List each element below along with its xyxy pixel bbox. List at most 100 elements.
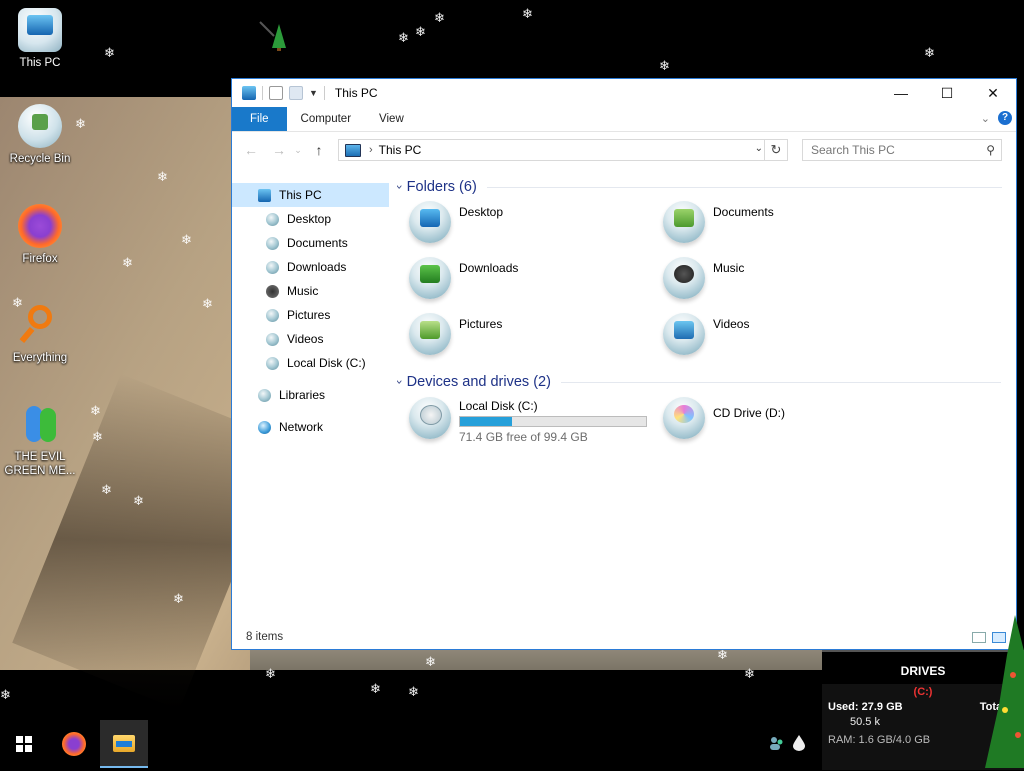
folder-label: Videos xyxy=(713,317,750,331)
this-pc-icon xyxy=(258,188,271,202)
tab-view[interactable]: View xyxy=(365,107,418,131)
address-bar[interactable]: › This PC ⌄ ↻ xyxy=(338,139,788,161)
forward-arrow-icon[interactable]: → xyxy=(268,142,290,158)
drive-label: Local Disk (C:) xyxy=(459,399,538,413)
folder-tile-pictures[interactable]: Pictures xyxy=(409,313,502,355)
sidebar-item-downloads[interactable]: Downloads xyxy=(232,255,389,279)
collapse-chevron-icon[interactable]: › xyxy=(393,185,405,190)
drive-tile-cd[interactable]: CD Drive (D:) xyxy=(663,397,785,439)
sidebar-item-pictures[interactable]: Pictures xyxy=(232,303,389,327)
taskbar xyxy=(0,720,822,768)
desktop-icon-label: THE EVIL GREEN ME... xyxy=(4,451,76,477)
videos-folder-icon xyxy=(266,332,279,346)
tab-computer[interactable]: Computer xyxy=(287,107,366,131)
documents-folder-icon xyxy=(266,236,279,250)
sidebar-item-local-disk[interactable]: Local Disk (C:) xyxy=(232,351,389,375)
expand-ribbon-chevron-icon[interactable]: ⌄ xyxy=(981,112,990,125)
folder-tile-music[interactable]: Music xyxy=(663,257,744,299)
downloads-folder-icon xyxy=(409,257,451,299)
sidebar-item-label: Music xyxy=(287,284,319,298)
tray-people-icon[interactable] xyxy=(765,732,787,754)
folder-label: Desktop xyxy=(459,205,504,219)
desktop-icon-recycle-bin[interactable]: Recycle Bin xyxy=(0,104,80,166)
new-folder-icon[interactable] xyxy=(289,86,303,100)
minimize-button[interactable]: — xyxy=(878,79,924,107)
group-divider xyxy=(486,186,1002,188)
recent-locations-chevron-icon[interactable]: ⌄ xyxy=(292,145,304,156)
start-button[interactable] xyxy=(0,720,48,768)
properties-icon[interactable] xyxy=(269,86,283,100)
folders-group-header[interactable]: › Folders (6) xyxy=(393,179,1002,195)
libraries-icon xyxy=(258,388,271,402)
this-pc-icon xyxy=(18,8,62,52)
help-button[interactable]: ? xyxy=(998,111,1012,125)
drives-group-header[interactable]: › Devices and drives (2) xyxy=(393,374,1001,390)
navigation-bar: ← → ⌄ ↑ › This PC ⌄ ↻ ⚲ xyxy=(232,132,1016,168)
desktop-icon-label: This PC xyxy=(19,57,61,69)
search-icon[interactable]: ⚲ xyxy=(986,143,995,157)
details-view-icon[interactable] xyxy=(972,632,986,643)
ribbon-tabs: File Computer View ⌄ ? xyxy=(232,107,1016,132)
title-bar: ▼ This PC — ☐ ✕ xyxy=(232,79,1016,107)
up-arrow-icon[interactable]: ↑ xyxy=(308,142,330,158)
search-input[interactable] xyxy=(811,143,971,157)
taskbar-file-explorer[interactable] xyxy=(100,720,148,768)
group-divider xyxy=(560,381,1001,383)
back-arrow-icon[interactable]: ← xyxy=(240,142,262,158)
sidebar-item-music[interactable]: Music xyxy=(232,279,389,303)
pictures-folder-icon xyxy=(266,308,279,322)
tab-file[interactable]: File xyxy=(232,107,287,131)
taskbar-firefox[interactable] xyxy=(50,720,98,768)
sidebar-item-this-pc[interactable]: This PC xyxy=(232,183,389,207)
sidebar-item-label: Pictures xyxy=(287,308,331,322)
window-controls: — ☐ ✕ xyxy=(878,79,1016,107)
toolbar-divider xyxy=(323,86,325,100)
content-area: › Folders (6) Desktop Documents Download… xyxy=(393,175,1017,625)
search-box[interactable]: ⚲ xyxy=(802,139,1002,161)
firefox-icon xyxy=(62,732,86,756)
sidebar-item-desktop[interactable]: Desktop xyxy=(232,207,389,231)
firefox-icon xyxy=(18,204,62,248)
sidebar-item-network[interactable]: Network xyxy=(232,415,389,439)
sidebar-item-documents[interactable]: Documents xyxy=(232,231,389,255)
everything-search-icon xyxy=(18,303,62,347)
drive-tile-local-disk[interactable]: Local Disk (C:) 71.4 GB free of 99.4 GB xyxy=(409,397,647,444)
sidebar-item-label: Downloads xyxy=(287,260,347,274)
desktop-icon-firefox[interactable]: Firefox xyxy=(0,204,80,266)
desktop-icon-messenger[interactable]: THE EVIL GREEN ME... xyxy=(0,402,80,478)
folder-label: Downloads xyxy=(459,261,519,275)
customize-toolbar-chevron-icon[interactable]: ▼ xyxy=(309,88,318,98)
drive-free-space: 71.4 GB free of 99.4 GB xyxy=(459,430,588,444)
maximize-button[interactable]: ☐ xyxy=(924,79,970,107)
recycle-bin-icon xyxy=(18,104,62,148)
downloads-folder-icon xyxy=(266,260,279,274)
sidebar-item-label: This PC xyxy=(279,188,322,202)
folder-tile-videos[interactable]: Videos xyxy=(663,313,749,355)
breadcrumb-this-pc[interactable]: This PC xyxy=(379,143,422,157)
sidebar-item-label: Local Disk (C:) xyxy=(287,356,366,370)
folder-tile-downloads[interactable]: Downloads xyxy=(409,257,518,299)
sidebar-item-videos[interactable]: Videos xyxy=(232,327,389,351)
desktop-icon-this-pc[interactable]: This PC xyxy=(0,8,80,70)
folders-group-title: Folders (6) xyxy=(406,179,477,195)
desktop-icon-everything[interactable]: Everything xyxy=(0,303,80,365)
close-button[interactable]: ✕ xyxy=(970,79,1016,107)
desktop-icon-label: Everything xyxy=(12,352,68,364)
collapse-chevron-icon[interactable]: › xyxy=(393,380,405,385)
this-pc-icon xyxy=(345,143,361,157)
address-dropdown-chevron-icon[interactable]: ⌄ xyxy=(755,143,763,154)
folder-tile-documents[interactable]: Documents xyxy=(663,201,774,243)
network-icon xyxy=(258,420,271,434)
sidebar-item-label: Libraries xyxy=(279,388,326,402)
local-disk-icon xyxy=(266,356,279,370)
drives-group-title: Devices and drives (2) xyxy=(406,374,551,390)
videos-folder-icon xyxy=(663,313,705,355)
breadcrumb-separator-icon: › xyxy=(369,144,373,156)
sidebar-item-libraries[interactable]: Libraries xyxy=(232,383,389,407)
refresh-button[interactable]: ↻ xyxy=(764,140,787,160)
sidebar-item-label: Network xyxy=(279,420,324,434)
tray-droplet-icon[interactable] xyxy=(788,732,810,754)
folder-label: Documents xyxy=(713,205,774,219)
cd-drive-icon xyxy=(663,397,705,439)
folder-tile-desktop[interactable]: Desktop xyxy=(409,201,503,243)
